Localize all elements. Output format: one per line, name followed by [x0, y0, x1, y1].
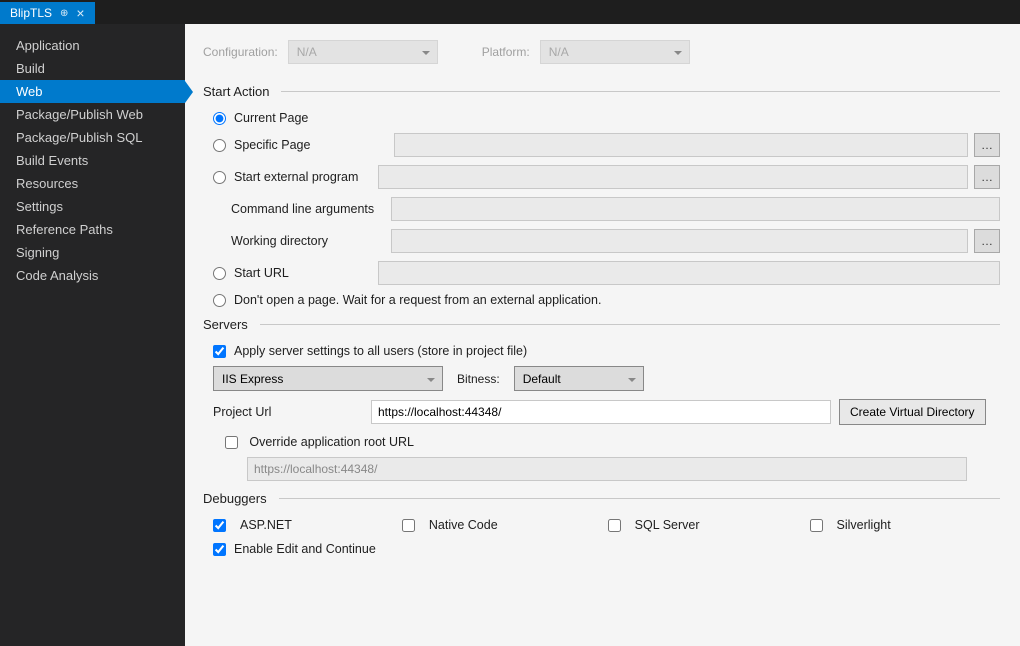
dont-open-radio[interactable] — [213, 294, 226, 307]
project-url-input[interactable] — [371, 400, 831, 424]
configuration-label: Configuration: — [203, 45, 278, 59]
override-root-input — [247, 457, 967, 481]
cmd-args-label: Command line arguments — [231, 202, 391, 216]
platform-select: N/A — [540, 40, 690, 64]
sidebar-item-signing[interactable]: Signing — [0, 241, 185, 264]
aspnet-label: ASP.NET — [240, 518, 292, 532]
sidebar: Application Build Web Package/Publish We… — [0, 24, 185, 646]
start-external-input[interactable] — [378, 165, 968, 189]
specific-page-browse-button[interactable] — [974, 133, 1000, 157]
working-dir-label: Working directory — [231, 234, 391, 248]
sidebar-item-build[interactable]: Build — [0, 57, 185, 80]
divider — [260, 324, 1000, 325]
native-code-label: Native Code — [429, 518, 498, 532]
main: Application Build Web Package/Publish We… — [0, 24, 1020, 646]
server-select[interactable]: IIS Express — [213, 366, 443, 391]
working-dir-input[interactable] — [391, 229, 968, 253]
close-icon[interactable]: × — [76, 6, 84, 20]
native-code-checkbox[interactable] — [402, 519, 415, 532]
sidebar-item-build-events[interactable]: Build Events — [0, 149, 185, 172]
silverlight-checkbox[interactable] — [810, 519, 823, 532]
current-page-radio[interactable] — [213, 112, 226, 125]
content-panel: Configuration: N/A Platform: N/A Start A… — [185, 24, 1020, 646]
sidebar-item-code-analysis[interactable]: Code Analysis — [0, 264, 185, 287]
debuggers-title: Debuggers — [203, 491, 267, 506]
debuggers-header: Debuggers — [203, 491, 1000, 506]
tab-bar: BlipTLS ⊕ × — [0, 0, 1020, 24]
servers-title: Servers — [203, 317, 248, 332]
tab-title: BlipTLS — [10, 6, 52, 20]
bitness-label: Bitness: — [457, 372, 500, 386]
apply-all-label: Apply server settings to all users (stor… — [234, 344, 527, 358]
dont-open-label: Don't open a page. Wait for a request fr… — [234, 293, 601, 307]
divider — [281, 91, 1000, 92]
document-tab[interactable]: BlipTLS ⊕ × — [0, 2, 95, 24]
sql-server-checkbox[interactable] — [608, 519, 621, 532]
sql-server-label: SQL Server — [635, 518, 700, 532]
sidebar-item-resources[interactable]: Resources — [0, 172, 185, 195]
specific-page-input[interactable] — [394, 133, 968, 157]
start-url-radio[interactable] — [213, 267, 226, 280]
divider — [279, 498, 1000, 499]
config-platform-row: Configuration: N/A Platform: N/A — [203, 40, 1000, 64]
sidebar-item-reference-paths[interactable]: Reference Paths — [0, 218, 185, 241]
silverlight-label: Silverlight — [837, 518, 891, 532]
sidebar-item-settings[interactable]: Settings — [0, 195, 185, 218]
start-external-label: Start external program — [234, 170, 378, 184]
start-external-browse-button[interactable] — [974, 165, 1000, 189]
start-external-radio[interactable] — [213, 171, 226, 184]
apply-all-checkbox[interactable] — [213, 345, 226, 358]
bitness-select[interactable]: Default — [514, 366, 644, 391]
working-dir-browse-button[interactable] — [974, 229, 1000, 253]
sidebar-item-web[interactable]: Web — [0, 80, 185, 103]
start-action-title: Start Action — [203, 84, 269, 99]
edit-continue-label: Enable Edit and Continue — [234, 542, 376, 556]
override-root-checkbox[interactable] — [225, 436, 238, 449]
project-url-label: Project Url — [213, 405, 371, 419]
servers-header: Servers — [203, 317, 1000, 332]
specific-page-label: Specific Page — [234, 138, 394, 152]
sidebar-item-package-publish-sql[interactable]: Package/Publish SQL — [0, 126, 185, 149]
pin-icon[interactable]: ⊕ — [60, 8, 68, 19]
current-page-label: Current Page — [234, 111, 308, 125]
edit-continue-checkbox[interactable] — [213, 543, 226, 556]
platform-label: Platform: — [482, 45, 530, 59]
start-url-input[interactable] — [378, 261, 1000, 285]
cmd-args-input[interactable] — [391, 197, 1000, 221]
sidebar-item-application[interactable]: Application — [0, 34, 185, 57]
specific-page-radio[interactable] — [213, 139, 226, 152]
override-root-label: Override application root URL — [249, 435, 414, 449]
aspnet-checkbox[interactable] — [213, 519, 226, 532]
configuration-select: N/A — [288, 40, 438, 64]
start-action-header: Start Action — [203, 84, 1000, 99]
sidebar-item-package-publish-web[interactable]: Package/Publish Web — [0, 103, 185, 126]
create-virtual-directory-button[interactable]: Create Virtual Directory — [839, 399, 986, 425]
start-url-label: Start URL — [234, 266, 378, 280]
